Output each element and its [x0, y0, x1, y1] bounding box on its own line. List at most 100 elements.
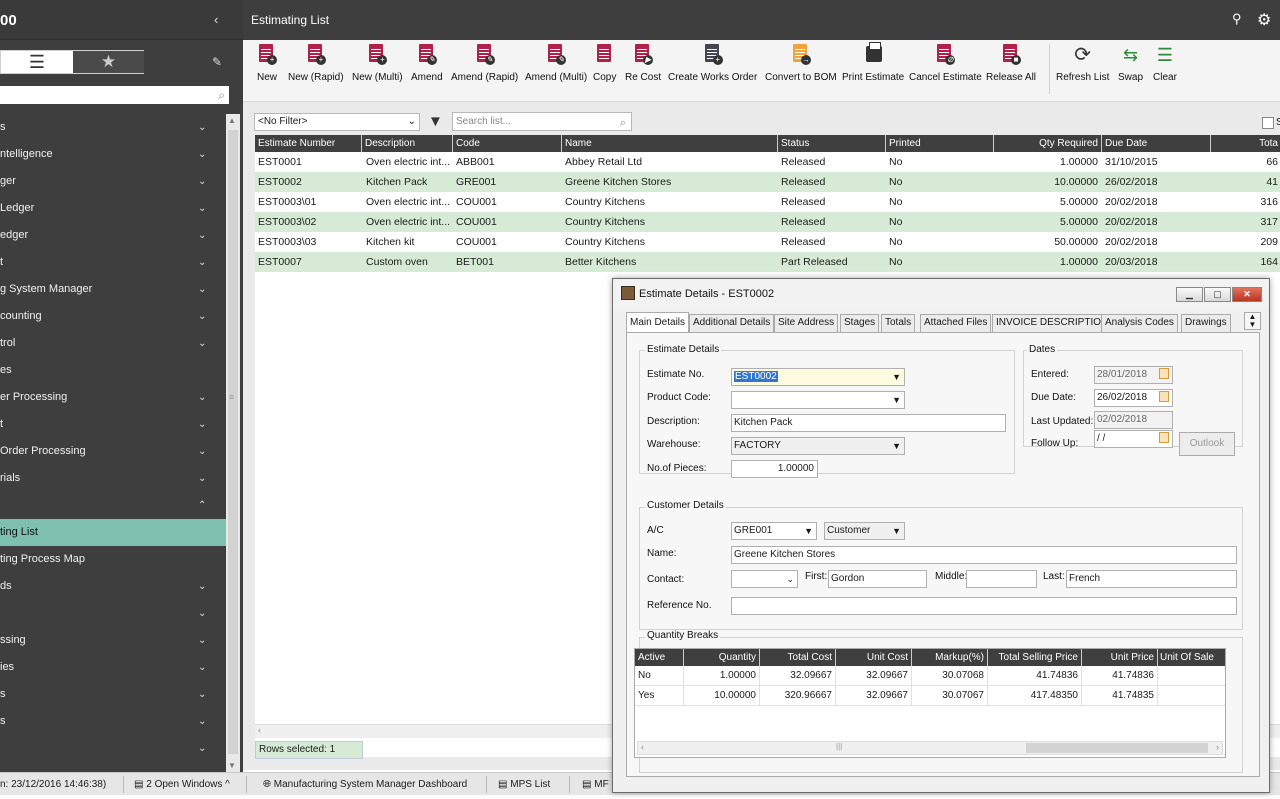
sidebar-item[interactable]: edger ⌄ [0, 222, 226, 249]
column-header[interactable]: Total Selling Price [987, 649, 1081, 666]
chevron-down-icon[interactable]: ▼ [892, 392, 901, 408]
sidebar-item[interactable]: ntelligence ⌄ [0, 141, 226, 168]
collapse-sidebar-icon[interactable]: ‹ [214, 12, 218, 27]
scrollbar-thumb[interactable] [1026, 743, 1208, 753]
account-type-select[interactable]: Customer ▼ [824, 522, 905, 540]
tab-additional-details[interactable]: Additional Details [689, 314, 775, 332]
account-select[interactable]: GRE001 ▼ [731, 522, 817, 540]
sidebar-item-estimating-list[interactable]: ting List [0, 519, 226, 546]
sidebar-item[interactable]: ds ⌄ [0, 573, 226, 600]
clear-button[interactable]: ☰ Clear [1153, 44, 1177, 94]
column-header[interactable]: Unit Of Sale [1157, 649, 1225, 666]
outlook-button[interactable]: Outlook [1179, 432, 1235, 456]
dialog-title-bar[interactable]: Estimate Details - EST0002 ▁ ▢ ✕ [613, 279, 1269, 310]
calendar-icon[interactable] [1159, 432, 1169, 443]
description-input[interactable]: Kitchen Pack [731, 414, 1006, 432]
sidebar-item[interactable]: er Processing ⌄ [0, 384, 226, 411]
pieces-input[interactable]: 1.00000 [731, 460, 818, 478]
chevron-down-icon[interactable]: ▼ [804, 523, 813, 539]
sidebar-item[interactable]: rials ⌄ [0, 465, 226, 492]
first-name-input[interactable]: Gordon [828, 570, 927, 588]
column-header[interactable]: Total Cost [759, 649, 835, 666]
table-row[interactable]: Yes 10.00000 320.96667 32.09667 30.07067 417.… [635, 686, 1225, 706]
search-settings-icon[interactable]: ⚲ [1232, 11, 1242, 27]
column-header[interactable]: Quantity [683, 649, 759, 666]
scroll-up-icon[interactable]: ▲ [228, 116, 236, 125]
minimize-button[interactable]: ▁ [1176, 287, 1203, 302]
table-row[interactable]: No 1.00000 32.09667 32.09667 30.07068 41.7483… [635, 666, 1225, 686]
column-header[interactable]: Markup(%) [911, 649, 987, 666]
follow-up-input[interactable]: / / [1094, 430, 1173, 448]
sidebar-item[interactable]: s ⌄ [0, 681, 226, 708]
tab-stages[interactable]: Stages [840, 314, 880, 332]
sidebar-item[interactable]: t ⌄ [0, 411, 226, 438]
entered-date-input[interactable]: 28/01/2018 [1094, 366, 1173, 384]
middle-name-input[interactable] [966, 570, 1037, 588]
amend-rapid-button[interactable]: ✎ Amend (Rapid) [451, 44, 518, 94]
table-row[interactable]: EST0007 Custom oven BET001 Better Kitchens P… [255, 252, 1280, 272]
scroll-down-icon[interactable]: ▼ [228, 761, 236, 770]
cancel-estimate-button[interactable]: ⊘ Cancel Estimate [909, 44, 982, 94]
column-header[interactable]: Printed [885, 135, 993, 152]
release-all-button[interactable]: ■ Release All [986, 44, 1036, 94]
column-header[interactable]: Status [777, 135, 884, 152]
tab-drawings[interactable]: Drawings [1181, 314, 1231, 332]
sidebar-item[interactable]: ger ⌄ [0, 168, 226, 195]
table-row[interactable]: EST0002 Kitchen Pack GRE001 Greene Kitchen … [255, 172, 1280, 192]
amend-multi-button[interactable]: ✎ Amend (Multi) [525, 44, 587, 94]
sidebar-item[interactable]: ies ⌄ [0, 654, 226, 681]
re-cost-button[interactable]: ▶ Re Cost [625, 44, 661, 94]
new-rapid-button[interactable]: + New (Rapid) [288, 44, 344, 94]
close-button[interactable]: ✕ [1232, 287, 1262, 302]
column-header[interactable]: Unit Cost [835, 649, 911, 666]
open-windows-button[interactable]: ▤ 2 Open Windows ^ [134, 777, 230, 792]
menu-view-button[interactable]: ☰ [1, 51, 73, 73]
copy-button[interactable]: Copy [593, 44, 616, 94]
due-date-input[interactable]: 26/02/2018 [1094, 389, 1173, 407]
last-name-input[interactable]: French [1066, 570, 1237, 588]
list-search-input[interactable]: Search list... ⌕ [452, 112, 632, 131]
sidebar-item[interactable]: counting ⌄ [0, 303, 226, 330]
chevron-down-icon[interactable]: ▼ [892, 369, 901, 385]
tab-invoice-description[interactable]: INVOICE DESCRIPTION [992, 314, 1113, 332]
table-row[interactable]: EST0003\02 Oven electric int... COU001 Coun… [255, 212, 1280, 232]
show-checkbox[interactable] [1262, 117, 1274, 129]
calendar-icon[interactable] [1159, 368, 1169, 379]
tabs-scroll-icon[interactable]: ▲ ▼ [1244, 312, 1261, 330]
estimate-no-input[interactable]: EST0002 ▼ [731, 368, 905, 386]
sidebar-item[interactable]: g System Manager ⌄ [0, 276, 226, 303]
table-row[interactable]: EST0001 Oven electric int... ABB001 Abbey R… [255, 152, 1280, 172]
product-code-input[interactable]: ▼ [731, 391, 905, 409]
amend-button[interactable]: ✎ Amend [411, 44, 443, 94]
new-button[interactable]: + New [257, 44, 277, 94]
sidebar-item[interactable]: ⌄ [0, 735, 226, 762]
edit-pencil-icon[interactable]: ✎ [212, 55, 222, 69]
sidebar-scrollbar[interactable]: ▲ ≡ ▼ [226, 114, 240, 772]
taskbar-item-mf[interactable]: ▤ MF [582, 777, 609, 792]
sidebar-item[interactable]: Order Processing ⌄ [0, 438, 226, 465]
warehouse-select[interactable]: FACTORY ▼ [731, 437, 905, 455]
sidebar-item[interactable]: ssing ⌄ [0, 627, 226, 654]
tab-analysis-codes[interactable]: Analysis Codes [1101, 314, 1178, 332]
favourites-view-button[interactable]: ★ [73, 51, 144, 73]
chevron-down-icon[interactable]: ⌄ [786, 571, 794, 587]
sidebar-item[interactable]: t ⌄ [0, 249, 226, 276]
scroll-left-icon[interactable]: ‹ [641, 742, 644, 752]
column-header[interactable]: Code [452, 135, 560, 152]
sidebar-search-input[interactable]: ⌕ [0, 86, 229, 104]
sidebar-item[interactable]: ⌃ [0, 492, 226, 519]
tab-main-details[interactable]: Main Details [626, 312, 690, 333]
table-row[interactable]: EST0003\03 Kitchen kit COU001 Country Kitch… [255, 232, 1280, 252]
sidebar-item[interactable]: trol ⌄ [0, 330, 226, 357]
sidebar-item[interactable]: s ⌄ [0, 114, 226, 141]
sidebar-item[interactable]: Ledger ⌄ [0, 195, 226, 222]
column-header[interactable]: Qty Required [993, 135, 1100, 152]
sidebar-item-estimating-process-map[interactable]: ting Process Map [0, 546, 226, 573]
sidebar-item[interactable]: ⌄ [0, 600, 226, 627]
column-header[interactable]: Name [561, 135, 776, 152]
create-works-order-button[interactable]: + Create Works Order [668, 44, 757, 94]
sidebar-item[interactable]: s ⌄ [0, 708, 226, 735]
chevron-down-icon[interactable]: ▼ [892, 523, 901, 539]
scroll-left-icon[interactable]: ‹ [258, 725, 261, 735]
contact-select[interactable]: ⌄ [731, 570, 798, 588]
